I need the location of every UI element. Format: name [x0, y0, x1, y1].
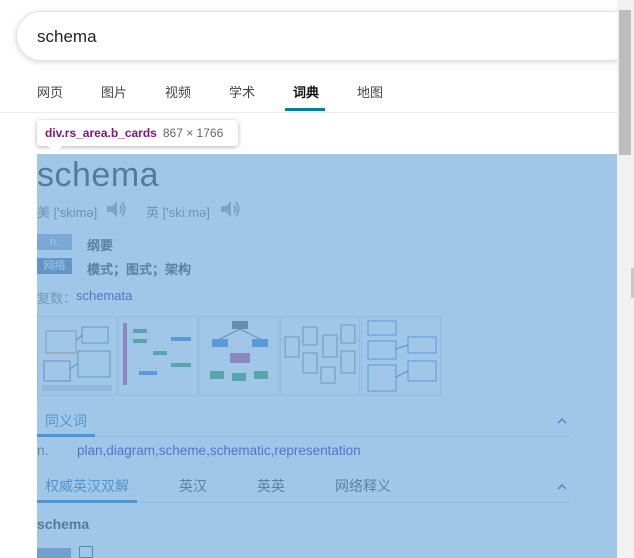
diagram-thumbnail-image [42, 326, 112, 391]
image-thumbnail[interactable] [280, 316, 360, 396]
tab-english-chinese[interactable]: 英汉 [179, 476, 207, 496]
tab-images[interactable]: 图片 [101, 82, 127, 101]
def-tab-active-indicator [37, 500, 137, 503]
speaker-icon[interactable] [105, 199, 127, 219]
tab-dictionary[interactable]: 词典 [293, 82, 319, 101]
pronunciation-uk: 英 ['skiːmə] [146, 205, 210, 220]
speaker-icon[interactable] [219, 199, 241, 219]
definition-text: 纲要 [87, 238, 114, 253]
diagram-thumbnail-image [284, 324, 356, 384]
image-thumbnail[interactable] [37, 316, 117, 396]
chevron-up-icon[interactable] [557, 416, 567, 426]
plural-label: 复数： [37, 291, 77, 306]
diagram-thumbnail-image [367, 320, 437, 392]
image-thumbnail[interactable] [118, 316, 198, 396]
tooltip-dimensions: 867 × 1766 [162, 126, 224, 140]
search-box[interactable] [16, 11, 634, 61]
active-tab-indicator [285, 108, 325, 111]
synonyms-active-indicator [37, 434, 95, 437]
tab-academic[interactable]: 学术 [229, 82, 255, 101]
diagram-thumbnail-image [210, 321, 268, 381]
tab-videos[interactable]: 视频 [165, 82, 191, 101]
headword: schema [37, 156, 160, 194]
tab-maps[interactable]: 地图 [357, 82, 383, 101]
dictionary-card: schema 美 ['skimə] 英 ['skiːmə] n. 纲要 网络 模… [37, 154, 617, 558]
chevron-up-icon[interactable] [557, 482, 567, 492]
synonyms-pos: n. [37, 442, 49, 458]
pos-badge [37, 548, 71, 558]
scrollbar-thumb[interactable] [619, 10, 631, 155]
pos-badge-noun: n. [37, 234, 72, 250]
tab-authoritative-bilingual[interactable]: 权威英汉双解 [45, 476, 129, 496]
pos-badge-web: 网络 [37, 258, 72, 274]
plural-link[interactable]: schemata [76, 288, 132, 303]
definition-text: 模式；图式；架构 [87, 262, 192, 277]
image-thumbnail[interactable] [199, 316, 279, 396]
pronunciation-us: 美 ['skimə] [37, 205, 98, 220]
image-thumbnail[interactable] [361, 316, 441, 396]
tooltip-arrow [48, 146, 62, 153]
synonyms-title[interactable]: 同义词 [45, 411, 87, 431]
tab-english-english[interactable]: 英英 [257, 476, 285, 496]
inspect-tooltip: div.rs_area.b_cards 867 × 1766 [37, 120, 238, 146]
diagram-thumbnail-image [123, 323, 191, 385]
divider [37, 436, 569, 437]
tab-web-definitions[interactable]: 网络释义 [335, 476, 391, 496]
search-input[interactable] [37, 24, 597, 50]
expand-box[interactable] [79, 546, 93, 558]
bilingual-headword: schema [37, 516, 90, 532]
tab-web[interactable]: 网页 [37, 82, 63, 101]
synonyms-list[interactable]: plan,diagram,scheme,schematic,representa… [77, 443, 361, 458]
tooltip-selector: div.rs_area.b_cards [45, 126, 157, 140]
